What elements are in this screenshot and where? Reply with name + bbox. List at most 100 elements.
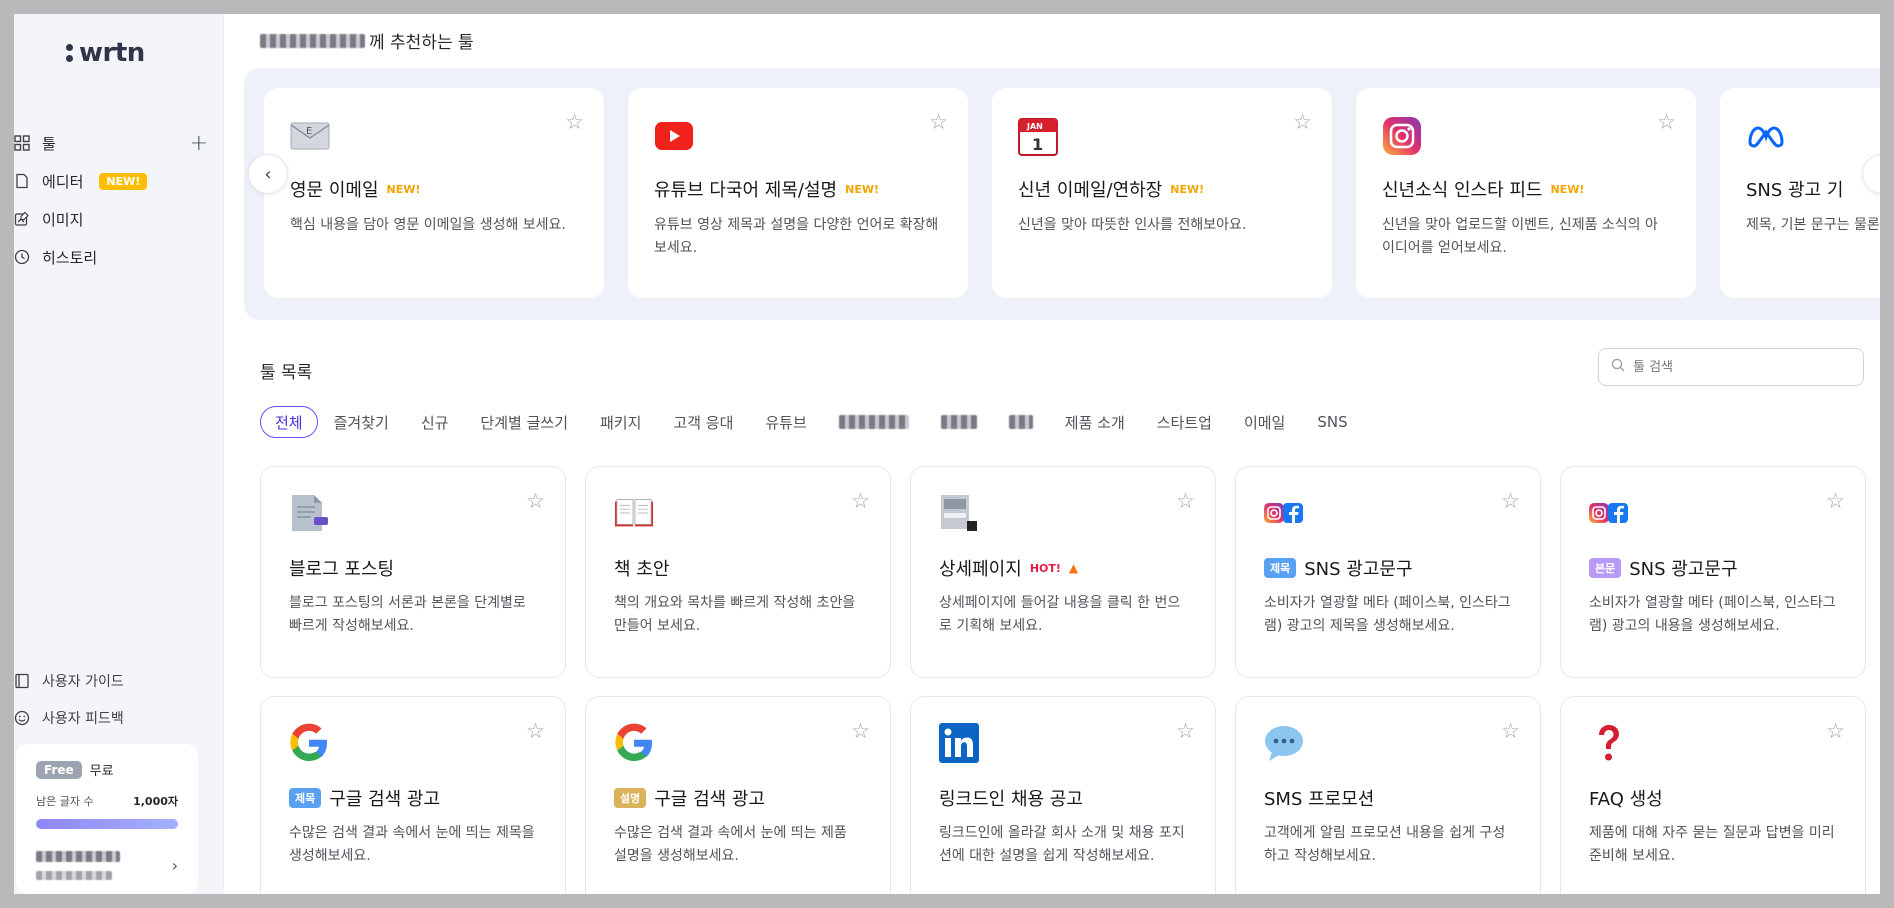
user-feedback-label: 사용자 피드백	[42, 710, 124, 727]
tool-card[interactable]: ☆ SMS 프로모션 고객에게 알림 프로모션 내용을 쉽게 구성하고 작성해보…	[1235, 696, 1541, 894]
tool-card[interactable]: ☆ 책 초안 책의 개요와 목차를 빠르게 작성해 초안을 만들어 보세요.	[585, 466, 891, 678]
tab-package[interactable]: 패키지	[584, 406, 657, 438]
tab-step-writing[interactable]: 단계별 글쓰기	[464, 406, 584, 438]
body-chip: 본문	[1589, 558, 1622, 578]
tool-card-desc: 소비자가 열광할 메타 (페이스북, 인스타그램) 광고의 제목을 생성해보세요…	[1264, 595, 1511, 634]
book-icon	[14, 673, 30, 689]
star-icon[interactable]: ☆	[1176, 719, 1195, 743]
tab-all[interactable]: 전체	[260, 406, 318, 438]
recommend-section-title: 께 추천하는 툴	[260, 28, 474, 53]
star-icon[interactable]: ☆	[851, 489, 870, 513]
user-guide-label: 사용자 가이드	[42, 673, 124, 690]
tool-card[interactable]: ☆ 본문 SNS 광고문구 소비자가 열광할 메타 (페이스북, 인스타그램) …	[1560, 466, 1866, 678]
tab-obscured[interactable]	[823, 406, 925, 438]
usage-progress-fill	[36, 819, 178, 829]
star-icon[interactable]: ☆	[1176, 489, 1195, 513]
recommend-card-desc: 제목, 기본 문구는 물론 까지 한 번에!	[1746, 217, 1880, 233]
sidebar-item-label: 이미지	[42, 210, 84, 229]
user-feedback-link[interactable]: 사용자 피드백	[14, 699, 224, 736]
tool-card[interactable]: ☆ 제목 SNS 광고문구 소비자가 열광할 메타 (페이스북, 인스타그램) …	[1235, 466, 1541, 678]
app-window: wrtn 툴 + 에디터 NEW! 이미지 히스토리 사용자 가이드 사용자 피…	[14, 14, 1880, 894]
wrtn-logo[interactable]: wrtn	[66, 38, 145, 68]
tool-card[interactable]: ☆ 블로그 포스팅 블로그 포스팅의 서론과 본론을 단계별로 빠르게 작성해보…	[260, 466, 566, 678]
tool-card[interactable]: ☆ 링크드인 채용 공고 링크드인에 올라갈 회사 소개 및 채용 포지션에 대…	[910, 696, 1216, 894]
card-title-text: SNS 광고 기	[1746, 180, 1844, 201]
tool-card[interactable]: ☆ 제목 구글 검색 광고 수많은 검색 결과 속에서 눈에 띄는 제목을 생성…	[260, 696, 566, 894]
card-title-text: FAQ 생성	[1589, 789, 1663, 810]
tool-card-desc: 상세페이지에 들어갈 내용을 클릭 한 번으로 기획해 보세요.	[939, 595, 1181, 634]
star-icon[interactable]: ☆	[1826, 719, 1845, 743]
user-guide-link[interactable]: 사용자 가이드	[14, 662, 224, 699]
card-title-text: 상세페이지	[939, 559, 1022, 580]
tab-startup[interactable]: 스타트업	[1141, 406, 1228, 438]
tab-customer-service[interactable]: 고객 응대	[657, 406, 749, 438]
sidebar-item-tools[interactable]: 툴 +	[14, 124, 224, 162]
plan-name: 무료	[89, 764, 114, 779]
tool-list-title: 툴 목록	[260, 363, 313, 383]
user-name-obscured	[36, 851, 120, 880]
star-icon[interactable]: ☆	[1657, 110, 1676, 134]
recommend-card-desc: 핵심 내용을 담아 영문 이메일을 생성해 보세요.	[290, 217, 566, 233]
recommend-card[interactable]: ☆ E 영문 이메일 NEW! 핵심 내용을 담아 영문 이메일을 생성해 보세…	[264, 88, 604, 298]
user-account-row[interactable]: ›	[36, 851, 178, 880]
hot-tag: HOT!	[1029, 561, 1061, 575]
tool-card-desc: 링크드인에 올라갈 회사 소개 및 채용 포지션에 대한 설명을 쉽게 작성해보…	[939, 825, 1185, 864]
youtube-icon	[654, 116, 694, 156]
new-tag: NEW!	[1170, 182, 1205, 196]
recommend-card[interactable]: SNS 광고 기 제목, 기본 문구는 물론 까지 한 번에!	[1720, 88, 1880, 298]
tab-new[interactable]: 신규	[405, 406, 465, 438]
recommend-card[interactable]: ☆ 신년소식 인스타 피드 NEW! 신년을 맞아 업로드할 이벤트, 신제품 …	[1356, 88, 1696, 298]
instagram-facebook-icon	[1589, 493, 1629, 533]
recommend-card-desc: 유튜브 영상 제목과 설명을 다양한 언어로 확장해보세요.	[654, 217, 939, 256]
chevron-right-icon[interactable]: ›	[172, 856, 178, 875]
star-icon[interactable]: ☆	[526, 719, 545, 743]
star-icon[interactable]: ☆	[1293, 110, 1312, 134]
sidebar-item-label: 에디터	[42, 172, 84, 191]
title-chip: 제목	[289, 788, 322, 808]
tab-product-intro[interactable]: 제품 소개	[1049, 406, 1141, 438]
tool-card[interactable]: ☆ 상세페이지 HOT! ▲ 상세페이지에 들어갈 내용을 클릭 한 번으로 기…	[910, 466, 1216, 678]
star-icon[interactable]: ☆	[526, 489, 545, 513]
star-icon[interactable]: ☆	[1501, 489, 1520, 513]
tool-card-title: 본문 SNS 광고문구	[1589, 555, 1837, 581]
desc-chip: 설명	[614, 788, 647, 808]
sidebar-item-image[interactable]: 이미지	[14, 200, 224, 238]
svg-text:1: 1	[1032, 135, 1043, 154]
recommend-card[interactable]: ☆ 유튜브 다국어 제목/설명 NEW! 유튜브 영상 제목과 설명을 다양한 …	[628, 88, 968, 298]
tab-sns[interactable]: SNS	[1301, 406, 1363, 438]
category-tabs: 전체 즐겨찾기 신규 단계별 글쓰기 패키지 고객 응대 유튜브 제품 소개 스…	[260, 406, 1364, 438]
tool-card-title: 링크드인 채용 공고	[939, 785, 1187, 811]
star-icon[interactable]: ☆	[1501, 719, 1520, 743]
chevron-left-icon: ‹	[264, 163, 272, 185]
star-icon[interactable]: ☆	[851, 719, 870, 743]
tab-email[interactable]: 이메일	[1228, 406, 1301, 438]
tab-favorites[interactable]: 즐겨찾기	[318, 406, 405, 438]
grid-icon	[14, 135, 30, 151]
clock-icon	[14, 249, 30, 265]
tool-card-title: 블로그 포스팅	[289, 555, 537, 581]
sidebar-item-label: 히스토리	[42, 248, 98, 267]
add-tool-button[interactable]: +	[190, 131, 208, 156]
tab-obscured[interactable]	[925, 406, 993, 438]
card-title-text: 유튜브 다국어 제목/설명	[654, 180, 838, 201]
sidebar-item-history[interactable]: 히스토리	[14, 238, 224, 276]
logo-text: wrtn	[79, 38, 145, 68]
recommend-card-desc: 신년을 맞아 업로드할 이벤트, 신제품 소식의 아이디어를 얻어보세요.	[1382, 217, 1658, 256]
card-title-text: SMS 프로모션	[1264, 789, 1375, 810]
tool-card[interactable]: ☆ FAQ 생성 제품에 대해 자주 묻는 질문과 답변을 미리 준비해 보세요…	[1560, 696, 1866, 894]
tool-search-box[interactable]	[1598, 348, 1864, 386]
tab-youtube[interactable]: 유튜브	[749, 406, 822, 438]
star-icon[interactable]: ☆	[929, 110, 948, 134]
tool-card[interactable]: ☆ 설명 구글 검색 광고 수많은 검색 결과 속에서 눈에 띄는 제품 설명을…	[585, 696, 891, 894]
meta-icon	[1746, 116, 1786, 156]
tab-obscured[interactable]	[993, 406, 1049, 438]
tool-card-desc: 책의 개요와 목차를 빠르게 작성해 초안을 만들어 보세요.	[614, 595, 856, 634]
tool-search-input[interactable]	[1633, 359, 1833, 375]
card-title-text: 구글 검색 광고	[329, 789, 441, 810]
chevron-right-icon: ›	[1878, 164, 1880, 185]
star-icon[interactable]: ☆	[565, 110, 584, 134]
sidebar-item-editor[interactable]: 에디터 NEW!	[14, 162, 224, 200]
carousel-prev-button[interactable]: ‹	[248, 154, 288, 194]
star-icon[interactable]: ☆	[1826, 489, 1845, 513]
recommend-card[interactable]: ☆ JAN 1 신년 이메일/연하장 NEW! 신년을 맞아 따뜻한 인사를 전해…	[992, 88, 1332, 298]
